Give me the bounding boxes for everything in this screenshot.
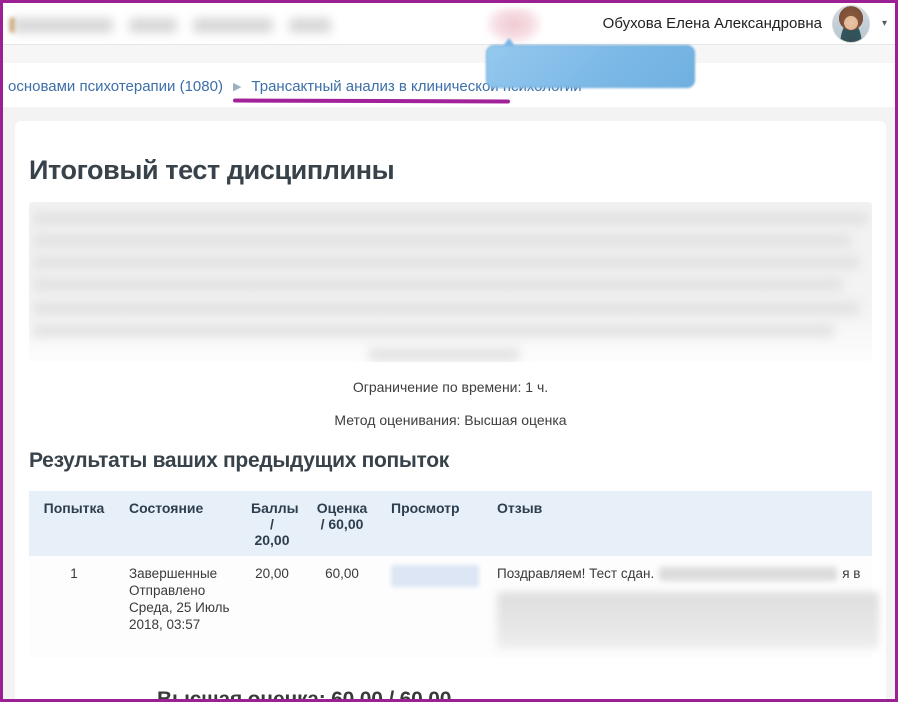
table-row: 1 Завершенные Отправлено Среда, 25 Июль …: [29, 556, 872, 658]
feedback-text-end: я в: [842, 566, 860, 581]
breadcrumb: основами психотерапии (1080) ▶ Трансактн…: [3, 63, 895, 107]
redacted-text-line: [33, 302, 859, 315]
col-header-state: Состояние: [119, 491, 241, 556]
chevron-down-icon[interactable]: ▾: [882, 18, 887, 29]
col-header-marks-line: 20,00: [254, 532, 289, 548]
attempt-number-cell: 1: [29, 556, 119, 658]
time-limit-text: Ограничение по времени: 1 ч.: [29, 379, 872, 395]
secondary-bar: [3, 44, 895, 63]
redacted-text-blob: [13, 18, 113, 33]
screenshot-frame: Обухова Елена Александровна ▾ основами п…: [0, 0, 898, 702]
final-grade-text: Высшая оценка: 60,00 / 60,00.: [157, 688, 872, 702]
redacted-text-line: [33, 234, 851, 247]
page-title: Итоговый тест дисциплины: [29, 121, 872, 186]
results-heading: Результаты ваших предыдущих попыток: [29, 449, 872, 473]
redacted-site-title: [13, 12, 343, 38]
attempt-grade-cell: 60,00: [303, 556, 381, 658]
col-header-marks-line: /: [270, 516, 274, 532]
redacted-text-line: [33, 212, 868, 225]
col-header-grade-line: Оценка: [317, 500, 368, 516]
user-menu-name[interactable]: Обухова Елена Александровна: [603, 15, 822, 32]
breadcrumb-course-link[interactable]: основами психотерапии (1080): [8, 78, 223, 95]
attempt-review-cell: [381, 556, 487, 658]
redacted-text-line: [33, 256, 859, 269]
redacted-feedback-strip: [659, 567, 837, 581]
col-header-review: Просмотр: [381, 491, 487, 556]
col-header-marks-line: Баллы: [251, 500, 299, 516]
content-card: Итоговый тест дисциплины Ограничение по …: [15, 121, 886, 702]
attempt-marks-cell: 20,00: [241, 556, 303, 658]
annotation-underline: [233, 99, 510, 104]
attempts-table: Попытка Состояние Баллы / 20,00 Оценка /…: [29, 491, 872, 658]
attempt-feedback-cell: Поздравляем! Тест сдан. я в: [487, 556, 872, 658]
attempt-state: Завершенные: [129, 565, 231, 582]
breadcrumb-separator-icon: ▶: [233, 80, 241, 93]
redacted-review-link[interactable]: [391, 565, 479, 587]
grading-method-text: Метод оценивания: Высшая оценка: [29, 412, 872, 428]
redacted-text-line: [369, 348, 519, 361]
col-header-attempt: Попытка: [29, 491, 119, 556]
feedback-text-start: Поздравляем! Тест сдан.: [497, 566, 654, 581]
col-header-feedback: Отзыв: [487, 491, 872, 556]
table-header-row: Попытка Состояние Баллы / 20,00 Оценка /…: [29, 491, 872, 556]
page-background: Итоговый тест дисциплины Ограничение по …: [3, 107, 895, 702]
feedback-line: Поздравляем! Тест сдан. я в: [497, 565, 862, 582]
redacted-quiz-description: [29, 202, 872, 362]
attempt-state-cell: Завершенные Отправлено Среда, 25 Июль 20…: [119, 556, 241, 658]
redacted-text-blob: [289, 18, 331, 33]
col-header-grade: Оценка / 60,00: [303, 491, 381, 556]
attempt-submitted-date: Отправлено Среда, 25 Июль 2018, 03:57: [129, 582, 231, 633]
col-header-marks: Баллы / 20,00: [241, 491, 303, 556]
top-header-bar: Обухова Елена Александровна ▾: [3, 3, 895, 44]
redacted-feedback-block: [497, 592, 879, 649]
redacted-text-line: [33, 324, 834, 337]
redacted-text-line: [33, 278, 842, 291]
redacted-text-blob: [129, 18, 177, 33]
user-avatar[interactable]: [832, 5, 870, 43]
redacted-text-blob: [193, 18, 273, 33]
col-header-grade-line: / 60,00: [321, 516, 364, 532]
redacted-tooltip-blur: [486, 45, 695, 88]
